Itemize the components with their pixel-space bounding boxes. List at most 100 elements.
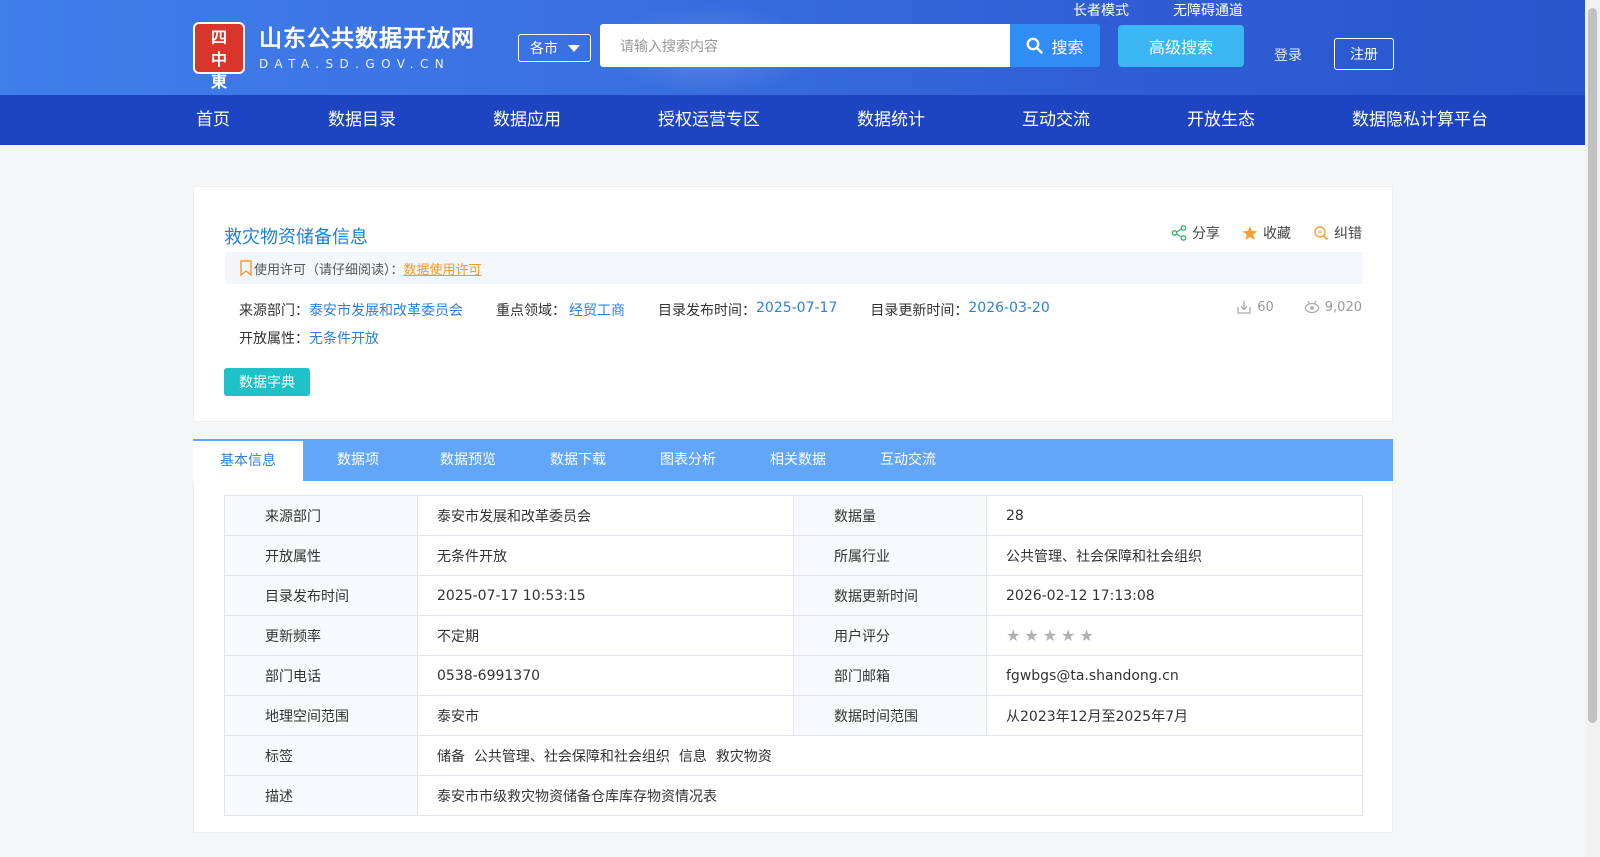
- correction-icon: [1314, 226, 1329, 241]
- nav-data-catalog[interactable]: 数据目录: [328, 95, 396, 145]
- license-link[interactable]: 数据使用许可: [404, 259, 482, 278]
- advanced-search-button[interactable]: 高级搜索: [1118, 25, 1244, 67]
- search-input[interactable]: 请输入搜索内容: [600, 24, 1010, 67]
- time-range-value: 从2023年12月至2025年7月: [986, 695, 1363, 736]
- tag[interactable]: 救灾物资: [716, 749, 772, 765]
- table-row: 更新频率 不定期 用户评分 ★ ★ ★ ★ ★: [224, 615, 1363, 656]
- table-row: 部门电话 0538-6991370 部门邮箱 fgwbgs@ta.shandon…: [224, 655, 1363, 696]
- favorite-label: 收藏: [1263, 226, 1291, 242]
- accessibility-link[interactable]: 无障碍通道: [1173, 0, 1243, 20]
- favorite-button[interactable]: 收藏: [1242, 223, 1291, 243]
- tags-label: 标签: [224, 735, 418, 776]
- city-select[interactable]: 各市: [518, 34, 591, 62]
- register-button[interactable]: 注册: [1334, 38, 1394, 70]
- basic-info-table: 来源部门 泰安市发展和改革委员会 数据量 28 开放属性 无条件开放 所属行业 …: [224, 495, 1363, 816]
- share-button[interactable]: 分享: [1171, 223, 1220, 243]
- basic-info-panel: 来源部门 泰安市发展和改革委员会 数据量 28 开放属性 无条件开放 所属行业 …: [193, 481, 1393, 833]
- tab-data-download[interactable]: 数据下载: [523, 439, 633, 481]
- nav-open-ecosystem[interactable]: 开放生态: [1187, 95, 1255, 145]
- email-value: fgwbgs@ta.shandong.cn: [986, 655, 1363, 696]
- share-icon: [1171, 225, 1187, 241]
- star-icon[interactable]: ★: [1061, 626, 1075, 645]
- geo-value: 泰安市: [417, 695, 794, 736]
- site-domain: DATA.SD.GOV.CN: [259, 57, 451, 71]
- download-count: 60: [1236, 299, 1274, 315]
- site-name: 山东公共数据开放网: [259, 26, 475, 52]
- star-icon: [1242, 226, 1258, 240]
- tab-chart-analysis[interactable]: 图表分析: [633, 439, 743, 481]
- license-bar: 使用许可（请仔细阅读）： 数据使用许可: [225, 252, 1363, 284]
- table-row: 开放属性 无条件开放 所属行业 公共管理、社会保障和社会组织: [224, 535, 1363, 576]
- user-rating: ★ ★ ★ ★ ★: [986, 615, 1363, 656]
- rating-label: 用户评分: [793, 615, 987, 656]
- publish-label: 目录发布时间：: [658, 303, 756, 319]
- rating-stars[interactable]: ★ ★ ★ ★ ★: [1006, 626, 1362, 645]
- star-icon[interactable]: ★: [1079, 626, 1093, 645]
- meta-row-2: 开放属性： 无条件开放: [239, 328, 379, 348]
- site-header: 四中 東國 山东公共数据开放网 DATA.SD.GOV.CN 各市 请输入搜索内…: [0, 0, 1585, 95]
- dataset-actions: 分享 收藏 纠错: [1171, 223, 1362, 243]
- source-label: 来源部门：: [239, 303, 309, 319]
- table-row: 描述 泰安市市级救灾物资储备仓库库存物资情况表: [224, 775, 1363, 816]
- share-label: 分享: [1192, 226, 1220, 242]
- domain-value[interactable]: 经贸工商: [569, 300, 625, 320]
- industry-value: 公共管理、社会保障和社会组织: [986, 535, 1363, 576]
- star-icon[interactable]: ★: [1006, 626, 1020, 645]
- site-logo[interactable]: 四中 東國 山东公共数据开放网 DATA.SD.GOV.CN: [193, 22, 475, 95]
- download-icon: [1237, 301, 1251, 314]
- scrollbar-thumb[interactable]: [1588, 8, 1597, 723]
- elder-mode-link[interactable]: 长者模式: [1073, 0, 1129, 20]
- industry-label: 所属行业: [793, 535, 987, 576]
- correct-label: 纠错: [1334, 226, 1362, 242]
- data-update-value: 2026-02-12 17:13:08: [986, 575, 1363, 616]
- star-icon[interactable]: ★: [1024, 626, 1038, 645]
- data-dictionary-button[interactable]: 数据字典: [224, 368, 310, 396]
- open-value: 无条件开放: [309, 331, 379, 347]
- logo-text: 山东公共数据开放网 DATA.SD.GOV.CN: [259, 24, 475, 72]
- source-value[interactable]: 泰安市发展和改革委员会: [309, 300, 463, 320]
- detail-tabs: 基本信息 数据项 数据预览 数据下载 图表分析 相关数据 互动交流: [193, 439, 1393, 481]
- tag[interactable]: 信息: [679, 749, 707, 765]
- frequency-value: 不定期: [417, 615, 794, 656]
- tag[interactable]: 公共管理、社会保障和社会组织: [474, 749, 670, 765]
- table-row: 目录发布时间 2025-07-17 10:53:15 数据更新时间 2026-0…: [224, 575, 1363, 616]
- tab-related-data[interactable]: 相关数据: [743, 439, 853, 481]
- view-count-value: 9,020: [1324, 299, 1362, 315]
- nav-authorized-ops[interactable]: 授权运营专区: [658, 95, 760, 145]
- open-attr-value: 无条件开放: [417, 535, 794, 576]
- correct-button[interactable]: 纠错: [1313, 223, 1362, 243]
- desc-label: 描述: [224, 775, 418, 816]
- nav-privacy-computing[interactable]: 数据隐私计算平台: [1352, 95, 1488, 145]
- nav-interaction[interactable]: 互动交流: [1022, 95, 1090, 145]
- search-button-label: 搜索: [1051, 37, 1084, 57]
- open-label: 开放属性：: [239, 331, 309, 347]
- phone-value: 0538-6991370: [417, 655, 794, 696]
- login-link[interactable]: 登录: [1274, 45, 1302, 65]
- frequency-label: 更新频率: [224, 615, 418, 656]
- search-button[interactable]: 搜索: [1010, 24, 1100, 67]
- domain-label: 重点领域：: [496, 303, 566, 319]
- open-attr-label: 开放属性: [224, 535, 418, 576]
- nav-home[interactable]: 首页: [196, 95, 230, 145]
- source-dept-label: 来源部门: [224, 495, 418, 536]
- catalog-publish-value: 2025-07-17 10:53:15: [417, 575, 794, 616]
- table-row: 地理空间范围 泰安市 数据时间范围 从2023年12月至2025年7月: [224, 695, 1363, 736]
- view-count: 9,020: [1304, 299, 1362, 315]
- nav-data-stats[interactable]: 数据统计: [857, 95, 925, 145]
- meta-row-1: 来源部门： 泰安市发展和改革委员会 重点领域： 经贸工商 目录发布时间： 202…: [239, 300, 1050, 320]
- tag[interactable]: 储备: [437, 749, 465, 765]
- page-scrollbar[interactable]: [1585, 0, 1600, 857]
- email-label: 部门邮箱: [793, 655, 987, 696]
- nav-data-apps[interactable]: 数据应用: [493, 95, 561, 145]
- star-icon[interactable]: ★: [1043, 626, 1057, 645]
- tab-data-items[interactable]: 数据项: [303, 439, 413, 481]
- caret-down-icon: [568, 44, 580, 52]
- tab-interaction[interactable]: 互动交流: [853, 439, 963, 481]
- city-select-label: 各市: [530, 41, 558, 57]
- tab-basic-info[interactable]: 基本信息: [193, 439, 303, 481]
- search-icon: [1027, 37, 1044, 54]
- tab-data-preview[interactable]: 数据预览: [413, 439, 523, 481]
- tags-value: 储备 公共管理、社会保障和社会组织 信息 救灾物资: [417, 735, 1363, 776]
- data-update-label: 数据更新时间: [793, 575, 987, 616]
- dataset-title: 救灾物资储备信息: [224, 227, 368, 248]
